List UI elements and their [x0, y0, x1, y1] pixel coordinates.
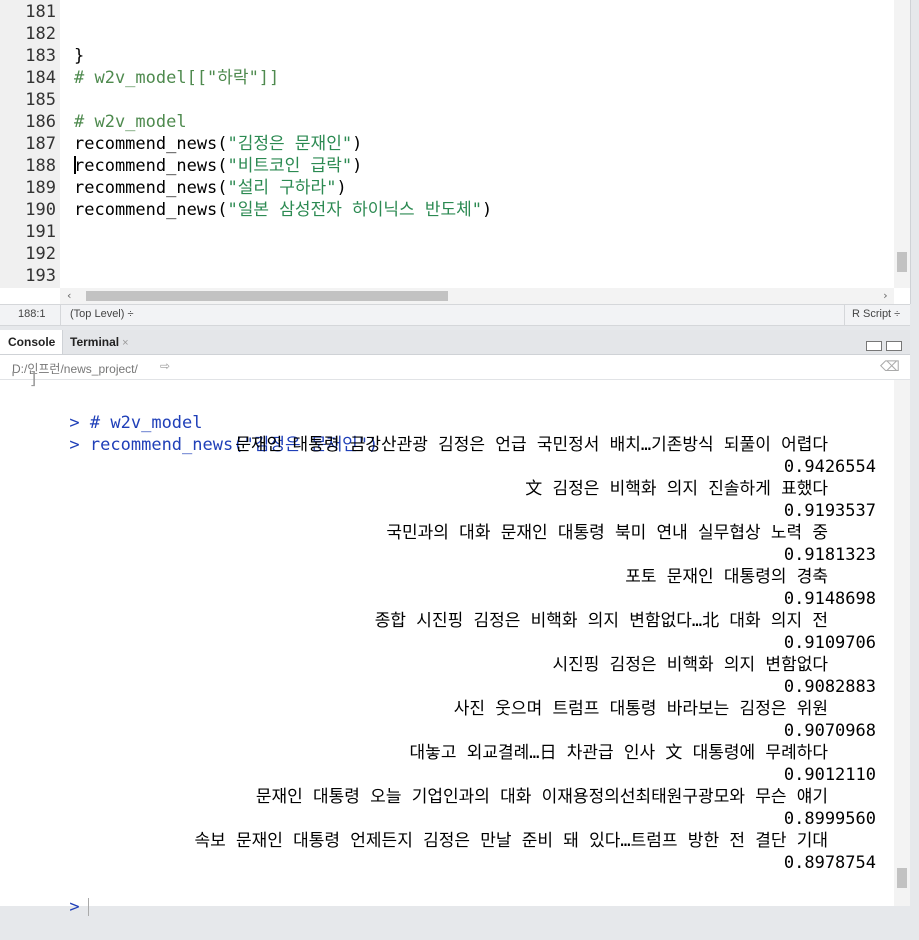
editor-horizontal-scrollbar[interactable]: ‹ › — [60, 288, 894, 304]
result-score: 0.9426554 — [783, 457, 876, 477]
result-score: 0.9082883 — [783, 677, 876, 697]
result-score: 0.9070968 — [783, 721, 876, 741]
go-to-directory-icon[interactable]: ⇨ — [160, 359, 170, 373]
filetype-selector[interactable]: R Script ÷ — [852, 308, 900, 320]
result-title: 문재인 대통령 금강산관광 김정은 언급 국민정서 배치…기존방식 되풀이 어렵… — [235, 435, 828, 455]
line-number: 186 — [25, 112, 56, 132]
editor-horizontal-scroll-thumb[interactable] — [86, 291, 448, 301]
result-title: 포토 문재인 대통령의 경축 — [625, 567, 828, 587]
line-number: 192 — [25, 244, 56, 264]
code-token: ) — [336, 178, 347, 198]
code-token: recommend_news( — [74, 178, 228, 198]
editor-vertical-scrollbar[interactable] — [894, 0, 910, 288]
result-title: 文 김정은 비핵화 의지 진솔하게 표했다 — [525, 479, 828, 499]
console-prompt: > — [69, 897, 80, 917]
code-token: ) — [482, 200, 493, 220]
result-title: 국민과의 대화 문재인 대통령 북미 연내 실무협상 노력 중 — [386, 523, 828, 543]
tab-terminal-label: Terminal — [70, 335, 120, 349]
cursor-position: 188:1 — [18, 308, 46, 320]
console-prompt: > — [69, 435, 80, 455]
line-number: 184 — [25, 68, 56, 88]
code-token: "김정은 문재인" — [227, 134, 353, 154]
code-line[interactable]: recommend_news("설리 구하라") — [74, 177, 347, 199]
line-number: 181 — [25, 2, 56, 22]
result-title: 시진핑 김정은 비핵화 의지 변함없다 — [552, 655, 828, 675]
result-title: 속보 문재인 대통령 언제든지 김정은 만날 준비 돼 있다…트럼프 방한 전 … — [194, 831, 828, 851]
code-line[interactable]: recommend_news("비트코인 급락") — [74, 155, 362, 177]
line-number: 191 — [25, 222, 56, 242]
line-number: 188 — [25, 156, 56, 176]
code-token: "설리 구하라" — [227, 178, 337, 198]
result-score: 0.9148698 — [783, 589, 876, 609]
code-token: ) — [352, 134, 363, 154]
console-output[interactable]: ' ] > # w2v_model > recommend_news("김정은 … — [0, 369, 894, 917]
line-number-gutter: 181 182 183 184 185 186 187 188 189 190 191 192 193 — [0, 0, 60, 288]
console-input-line[interactable]: > — [8, 874, 89, 917]
result-title: 사진 웃으며 트럼프 대통령 바라보는 김정은 위원 — [453, 699, 828, 719]
result-score: 0.9181323 — [783, 545, 876, 565]
result-score: 0.8978754 — [783, 853, 876, 873]
code-token: "일본 삼성전자 하이닉스 반도체" — [227, 200, 483, 220]
result-title: 대놓고 외교결례…日 차관급 인사 文 대통령에 무례하다 — [409, 743, 828, 763]
code-line[interactable]: recommend_news("일본 삼성전자 하이닉스 반도체") — [74, 199, 492, 221]
line-number: 183 — [25, 46, 56, 66]
code-line[interactable]: } — [74, 45, 84, 67]
result-title: 문재인 대통령 오늘 기업인과의 대화 이재용정의선최태원구광모와 무슨 얘기 — [255, 787, 828, 807]
scroll-right-arrow-icon[interactable]: › — [882, 288, 889, 304]
code-line[interactable]: recommend_news("김정은 문재인") — [74, 133, 362, 155]
scroll-left-arrow-icon[interactable]: ‹ — [66, 288, 73, 304]
minimize-pane-icon[interactable] — [866, 341, 882, 351]
code-token: # w2v_model — [74, 112, 187, 132]
source-editor[interactable]: 181 182 183 184 185 186 187 188 189 190 191 192 193 … — [0, 0, 911, 304]
console-tabbar: Console Terminal × — [0, 330, 910, 355]
console-pane: Console Terminal × D:/인프런/news_project/ ⇨… — [0, 330, 910, 917]
code-token: # w2v_model[["하락"]] — [74, 68, 280, 88]
result-score: 0.9012110 — [783, 765, 876, 785]
line-number: 189 — [25, 178, 56, 198]
result-title: 종합 시진핑 김정은 비핵화 의지 변함없다…北 대화 의지 전 — [374, 611, 828, 631]
console-input-cursor — [87, 898, 89, 916]
close-icon[interactable]: × — [122, 337, 128, 349]
code-line[interactable]: # w2v_model[["하락"]] — [74, 67, 279, 89]
line-number: 185 — [25, 90, 56, 110]
maximize-pane-icon[interactable] — [886, 341, 902, 351]
line-number: 190 — [25, 200, 56, 220]
code-token: recommend_news( — [74, 200, 228, 220]
code-token: } — [74, 46, 85, 66]
line-number: 187 — [25, 134, 56, 154]
text-cursor — [74, 156, 76, 174]
editor-vertical-scroll-thumb[interactable] — [897, 252, 907, 272]
clear-console-broom-icon[interactable]: ⌫ — [880, 358, 900, 375]
editor-status-bar: 188:1 (Top Level) ÷ R Script ÷ — [0, 304, 910, 326]
code-token: "비트코인 급락" — [227, 156, 353, 176]
tab-console[interactable]: Console — [0, 330, 63, 354]
result-score: 0.8999560 — [783, 809, 876, 829]
result-score: 0.9109706 — [783, 633, 876, 653]
code-line[interactable]: # w2v_model — [74, 111, 187, 133]
line-number: 193 — [25, 266, 56, 286]
tab-console-label: Console — [8, 335, 56, 349]
code-token: recommend_news( — [74, 156, 228, 176]
code-token: ) — [352, 156, 363, 176]
result-score: 0.9193537 — [783, 501, 876, 521]
truncated-output-line: ' ] — [8, 369, 39, 389]
console-vertical-scrollbar[interactable] — [894, 380, 910, 906]
tab-terminal[interactable]: Terminal × — [62, 330, 137, 354]
line-number: 182 — [25, 24, 56, 44]
console-vertical-scroll-thumb[interactable] — [897, 868, 907, 888]
console-command-line: > recommend_news("김정은 문재인") — [8, 412, 378, 455]
console-command-line: > # w2v_model — [8, 390, 202, 433]
scope-selector[interactable]: (Top Level) ÷ — [70, 308, 134, 320]
code-token: recommend_news( — [74, 134, 228, 154]
working-directory-bar: D:/인프런/news_project/ ⇨ ⌫ — [0, 355, 910, 380]
